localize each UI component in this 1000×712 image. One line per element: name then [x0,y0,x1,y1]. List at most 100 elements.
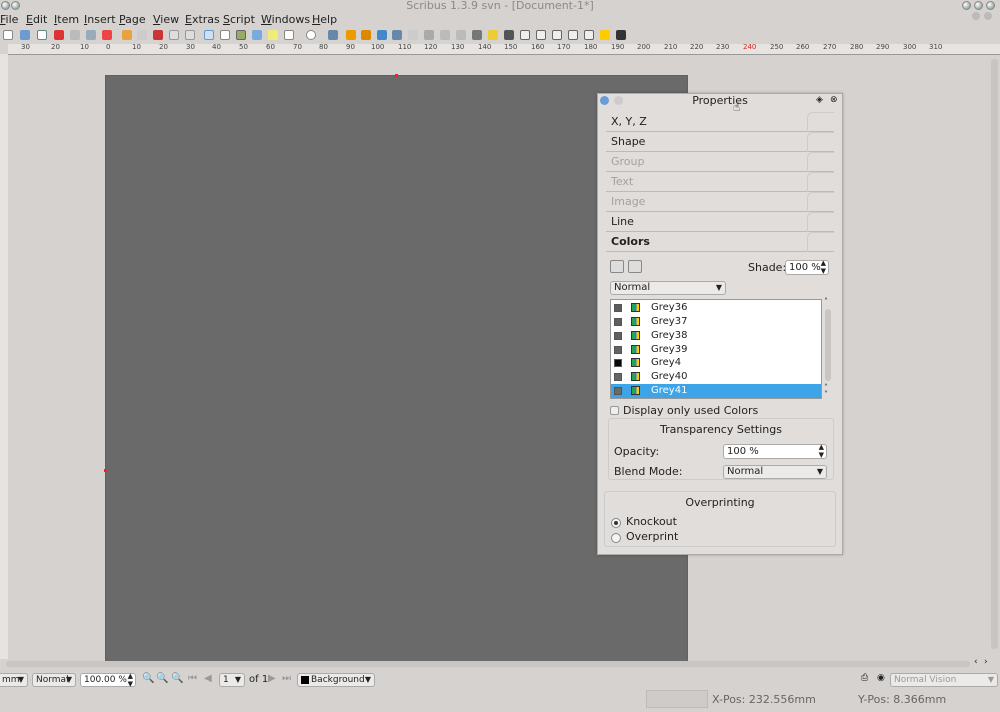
page-number-combo[interactable]: 1 ▼ [219,673,245,687]
preflight-icon[interactable] [86,30,96,40]
close-document-icon[interactable] [54,30,64,40]
fill-mode-combo[interactable]: Normal ▼ [610,281,726,295]
scroll-right-icon[interactable]: › [984,657,988,667]
cut-icon[interactable] [153,30,163,40]
section-colors[interactable]: Colors [606,232,834,252]
menu-insert[interactable]: Insert [84,13,116,26]
shade-spinbox[interactable]: 100 % ▲ ▼ [785,259,829,275]
menu-page[interactable]: Page [119,13,146,26]
eye-icon[interactable]: ◉ [877,673,885,683]
copy-properties-icon[interactable] [488,30,498,40]
paste-icon[interactable] [185,30,195,40]
color-list-scrollbar[interactable]: ˄ ˄ ˅ [824,297,833,399]
vision-combo[interactable]: Normal Vision ▼ [890,673,998,687]
chevron-up-icon[interactable]: ˄ [824,297,828,306]
preview-mode-icon[interactable]: ⎙ [861,673,868,683]
overprint-radio[interactable] [611,533,621,543]
opacity-spinbox[interactable]: 100 % ▲ ▼ [723,443,827,459]
pdf-link-icon[interactable] [616,30,626,40]
pdf-annotation-icon[interactable] [600,30,610,40]
undo-icon[interactable] [122,30,132,40]
freehand-icon[interactable] [361,30,371,40]
menu-file[interactable]: File [0,13,18,26]
render-frame-icon[interactable] [252,30,262,40]
save-icon[interactable] [37,30,47,40]
section-line[interactable]: Line [606,212,834,232]
pdf-combobox-icon[interactable] [568,30,578,40]
zoom-spinbox[interactable]: 100.00 % ▲ ▼ [80,672,136,688]
minimize-icon[interactable] [962,1,971,10]
spin-arrows-icon[interactable]: ▲ ▼ [821,259,826,275]
copy-icon[interactable] [169,30,179,40]
palette-close-icon[interactable]: ⊗ [830,95,838,105]
unit-combo[interactable]: mm ▼ [0,673,28,687]
edit-text-icon[interactable] [424,30,434,40]
text-frame-icon[interactable] [220,30,230,40]
chevron-down-icon[interactable]: ˅ [824,390,828,399]
pdf-button-icon[interactable] [520,30,530,40]
zoom-icon[interactable] [392,30,402,40]
view-mode-combo[interactable]: Normal ▼ [32,673,76,687]
horizontal-scrollbar[interactable]: ‹ › [0,657,1000,669]
color-list-scroll-thumb[interactable] [825,309,831,381]
image-frame-icon[interactable] [236,30,246,40]
first-page-icon[interactable]: ⏮ [188,673,197,684]
pdf-textfield-icon[interactable] [536,30,546,40]
spin-arrows-icon[interactable]: ▲ ▼ [128,672,133,688]
menu-edit[interactable]: Edit [26,13,47,26]
blend-mode-combo[interactable]: Normal ▼ [723,465,827,479]
menu-help[interactable]: Help [312,13,337,26]
layer-combo[interactable]: Background ▼ [297,673,375,687]
menu-view[interactable]: View [153,13,179,26]
color-list-item-selected[interactable]: Grey41 [611,384,821,398]
display-used-checkbox[interactable] [610,406,619,415]
color-list[interactable]: Grey36 Grey37 Grey38 Grey39 Grey4 Grey40… [610,299,822,399]
eyedropper-icon[interactable] [504,30,514,40]
unlink-frames-icon[interactable] [456,30,466,40]
vertical-scrollbar[interactable] [990,55,1000,659]
close-icon[interactable] [986,1,995,10]
new-document-icon[interactable] [3,30,13,40]
knockout-radio[interactable] [611,518,621,528]
zoom-in-icon[interactable]: 🔍 [171,673,183,684]
section-shape[interactable]: Shape [606,132,834,152]
scroll-left-icon[interactable]: ‹ [974,657,978,667]
measure-icon[interactable] [472,30,482,40]
pdf-icon[interactable] [102,30,112,40]
last-page-icon[interactable]: ⏭ [282,673,291,684]
line-color-icon[interactable] [628,260,642,273]
spin-arrows-icon[interactable]: ▲ ▼ [819,443,824,459]
open-icon[interactable] [20,30,30,40]
menu-windows[interactable]: Windows [261,13,310,26]
edit-contents-icon[interactable] [408,30,418,40]
color-list-item[interactable]: Grey37 [611,315,821,329]
select-tool-icon[interactable] [204,30,214,40]
page-handle[interactable] [395,74,398,77]
menu-script[interactable]: Script [223,13,255,26]
next-page-icon[interactable]: ▶ [268,673,276,684]
color-list-item[interactable]: Grey36 [611,301,821,315]
shape-icon[interactable] [284,30,294,40]
pdf-checkbox-icon[interactable] [552,30,562,40]
doc-minimize-icon[interactable] [972,12,980,20]
line-icon[interactable] [328,30,338,40]
zoom-out-icon[interactable]: 🔍 [142,673,154,684]
vertical-scroll-thumb[interactable] [991,59,998,649]
color-list-item[interactable]: Grey4 [611,356,821,370]
color-list-item[interactable]: Grey38 [611,329,821,343]
table-icon[interactable] [268,30,278,40]
print-icon[interactable] [70,30,80,40]
page-handle[interactable] [104,469,107,472]
fill-color-icon[interactable] [610,260,624,273]
link-frames-icon[interactable] [440,30,450,40]
section-xyz[interactable]: X, Y, Z [606,112,834,132]
pdf-listbox-icon[interactable] [584,30,594,40]
menu-item[interactable]: Item [54,13,79,26]
bezier-icon[interactable] [346,30,356,40]
zoom-actual-icon[interactable]: 🔍 [156,673,168,684]
redo-icon[interactable] [137,30,147,40]
menu-extras[interactable]: Extras [185,13,220,26]
color-list-item[interactable]: Grey40 [611,370,821,384]
horizontal-scroll-thumb[interactable] [6,661,970,667]
polygon-icon[interactable] [306,30,316,40]
